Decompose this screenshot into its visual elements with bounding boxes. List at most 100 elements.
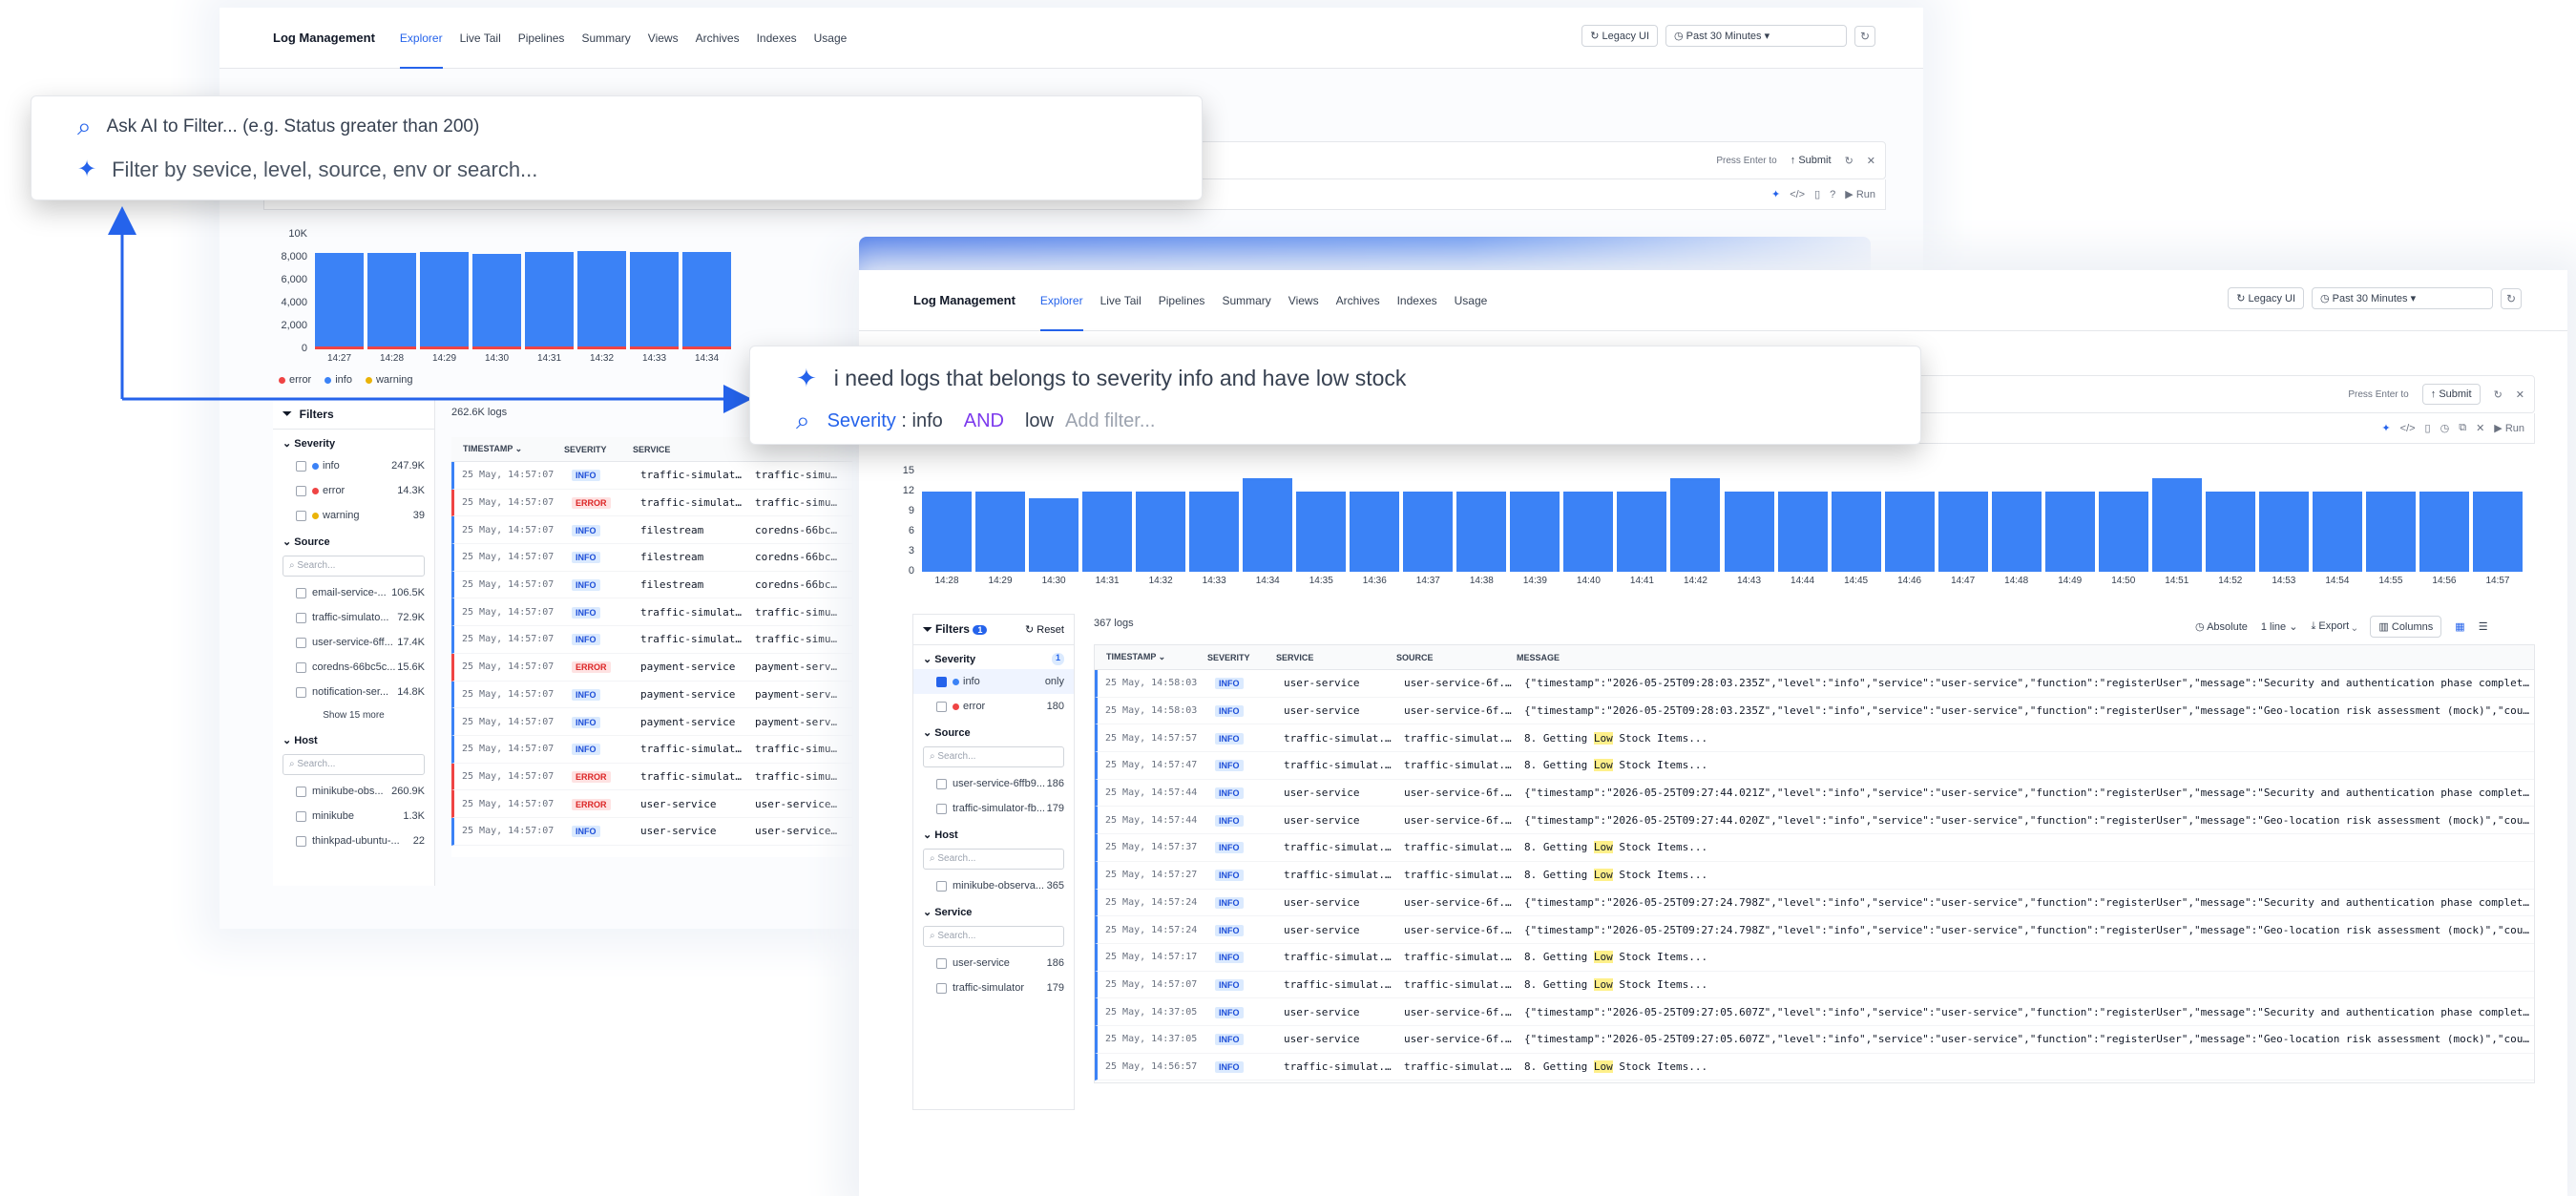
line-select[interactable]: 1 line ⌄	[2261, 620, 2298, 633]
service-search-input[interactable]: ⌕ Search...	[923, 926, 1064, 947]
table-row[interactable]: 25 May, 14:57:17 INFO traffic-simulat... tr…	[1095, 943, 2534, 972]
table-view-icon[interactable]: ▦	[2455, 620, 2464, 633]
add-filter-placeholder[interactable]: Add filter...	[1065, 410, 1156, 432]
host-section[interactable]: ⌄ Host	[913, 821, 1074, 845]
history-icon[interactable]: ◷	[2440, 422, 2450, 434]
list-view-icon[interactable]: ☰	[2479, 620, 2488, 633]
chart-bar[interactable]	[1403, 492, 1454, 572]
chart-bar[interactable]	[2044, 492, 2095, 572]
tab-views[interactable]: Views	[1288, 270, 1319, 331]
reset-icon[interactable]: ↻	[2494, 388, 2503, 401]
service-filter-item[interactable]: user-service 186	[913, 951, 1074, 976]
source-search-input[interactable]: ⌕ Search...	[923, 746, 1064, 767]
col-service[interactable]: SERVICE	[1276, 653, 1396, 662]
severity-section[interactable]: ⌄ Severity 1	[913, 645, 1074, 669]
chart-bar[interactable]	[1082, 492, 1133, 572]
chart-bar[interactable]	[1991, 492, 2042, 572]
chart-bar[interactable]	[1350, 492, 1400, 572]
col-timestamp[interactable]: TIMESTAMP ⌄	[1095, 652, 1207, 662]
chart-bar[interactable]	[1617, 492, 1667, 572]
close-icon[interactable]: ✕	[2516, 388, 2524, 401]
table-row[interactable]: 25 May, 14:57:24 INFO user-service user-ser…	[1095, 889, 2534, 917]
host-search-input[interactable]: ⌕ Search...	[923, 849, 1064, 870]
chart-bar[interactable]	[2205, 492, 2255, 572]
chart-bar[interactable]	[922, 492, 973, 572]
chart-bar[interactable]	[2312, 492, 2362, 572]
severity-filter-item[interactable]: info only	[913, 669, 1074, 694]
legacy-ui-button[interactable]: ↻ Legacy UI	[2228, 287, 2304, 309]
chart-bar[interactable]	[1937, 492, 1988, 572]
chart-bar[interactable]	[1243, 478, 1293, 572]
ai-prompt-row[interactable]: ✦ i need logs that belongs to severity i…	[796, 364, 1406, 393]
chart-bar[interactable]	[1189, 492, 1240, 572]
time-range-select[interactable]: ◷ Past 30 Minutes ▾	[2312, 287, 2493, 309]
submit-button[interactable]: ↑ Submit	[2421, 384, 2481, 405]
checkbox[interactable]	[936, 957, 947, 969]
col-severity[interactable]: SEVERITY	[1207, 653, 1276, 662]
service-section[interactable]: ⌄ Service	[913, 898, 1074, 922]
chart-bar[interactable]	[2258, 492, 2309, 572]
reset-filters-button[interactable]: ↻ Reset	[1025, 623, 1064, 636]
chart-bar[interactable]	[2419, 492, 2469, 572]
chart-bar[interactable]	[1029, 498, 1079, 572]
source-filter-item[interactable]: traffic-simulator-fb... 179	[913, 796, 1074, 821]
table-row[interactable]: 25 May, 14:57:57 INFO traffic-simulat... tr…	[1095, 724, 2534, 753]
checkbox[interactable]	[936, 803, 947, 814]
table-row[interactable]: 25 May, 14:58:03 INFO user-service user-ser…	[1095, 697, 2534, 725]
table-row[interactable]: 25 May, 14:57:44 INFO user-service user-ser…	[1095, 779, 2534, 808]
clear-icon[interactable]: ✕	[2476, 422, 2484, 434]
source-filter-item[interactable]: user-service-6ffb9... 186	[913, 771, 1074, 796]
chart-bar[interactable]	[1831, 492, 1881, 572]
checkbox[interactable]	[936, 676, 947, 687]
checkbox[interactable]	[936, 701, 947, 712]
tab-live-tail[interactable]: Live Tail	[1100, 270, 1141, 331]
chart-bar[interactable]	[1777, 492, 1828, 572]
columns-button[interactable]: ▥ Columns	[2370, 616, 2442, 638]
checkbox[interactable]	[936, 982, 947, 994]
service-filter-item[interactable]: traffic-simulator 179	[913, 976, 1074, 1000]
table-row[interactable]: 25 May, 14:56:57 INFO traffic-simulat... tr…	[1095, 1053, 2534, 1081]
table-row[interactable]: 25 May, 14:57:27 INFO traffic-simulat... tr…	[1095, 861, 2534, 890]
tab-indexes[interactable]: Indexes	[1397, 270, 1437, 331]
chart-bar[interactable]	[2098, 492, 2148, 572]
table-row[interactable]: 25 May, 14:37:05 INFO user-service user-ser…	[1095, 1025, 2534, 1054]
table-row[interactable]: 25 May, 14:58:03 INFO user-service user-ser…	[1095, 670, 2534, 698]
col-source[interactable]: SOURCE	[1396, 653, 1517, 662]
checkbox[interactable]	[936, 778, 947, 789]
table-row[interactable]: 25 May, 14:57:07 INFO traffic-simulat... tr…	[1095, 971, 2534, 999]
chart-bar[interactable]	[1670, 478, 1721, 572]
chart-bar[interactable]	[1456, 492, 1507, 572]
severity-filter-chip[interactable]: Severity : info	[827, 410, 943, 432]
table-row[interactable]: 25 May, 14:37:05 INFO user-service user-ser…	[1095, 998, 2534, 1026]
source-section[interactable]: ⌄ Source	[913, 719, 1074, 743]
filter-chips-row[interactable]: ⌕ Severity : info AND low Add filter...	[796, 406, 1156, 436]
col-message[interactable]: MESSAGE	[1517, 653, 2534, 662]
code-icon[interactable]: </>	[2400, 423, 2416, 434]
chart-bar[interactable]	[2365, 492, 2416, 572]
table-row[interactable]: 25 May, 14:57:24 INFO user-service user-ser…	[1095, 916, 2534, 944]
bookmark-icon[interactable]: ▯	[2425, 422, 2431, 434]
ai-sparkle-icon[interactable]: ✦	[2381, 422, 2390, 434]
tab-usage[interactable]: Usage	[1455, 270, 1488, 331]
host-filter-item[interactable]: minikube-observa... 365	[913, 873, 1074, 898]
run-button[interactable]: ▶ Run	[2494, 422, 2524, 434]
table-row[interactable]: 25 May, 14:57:47 INFO traffic-simulat... tr…	[1095, 752, 2534, 780]
refresh-icon[interactable]: ↻	[2501, 287, 2522, 309]
chart-bar[interactable]	[975, 492, 1026, 572]
tab-explorer[interactable]: Explorer	[1039, 270, 1083, 331]
chart-bar[interactable]	[2151, 478, 2202, 572]
copy-icon[interactable]: ⧉	[2459, 422, 2466, 434]
chart-bar[interactable]	[1510, 492, 1560, 572]
table-row[interactable]: 25 May, 14:57:44 INFO user-service user-ser…	[1095, 807, 2534, 835]
export-button[interactable]: ⤓ Export ⌄	[2311, 620, 2356, 633]
tab-pipelines[interactable]: Pipelines	[1159, 270, 1205, 331]
chart-bar[interactable]	[2472, 492, 2523, 572]
chart-bar[interactable]	[1296, 492, 1347, 572]
checkbox[interactable]	[936, 880, 947, 892]
tab-summary[interactable]: Summary	[1222, 270, 1270, 331]
chart-bar[interactable]	[1563, 492, 1614, 572]
chart-bar[interactable]	[1724, 492, 1774, 572]
tab-archives[interactable]: Archives	[1336, 270, 1380, 331]
search-term[interactable]: low	[1025, 410, 1054, 432]
severity-filter-item[interactable]: error 180	[913, 694, 1074, 719]
